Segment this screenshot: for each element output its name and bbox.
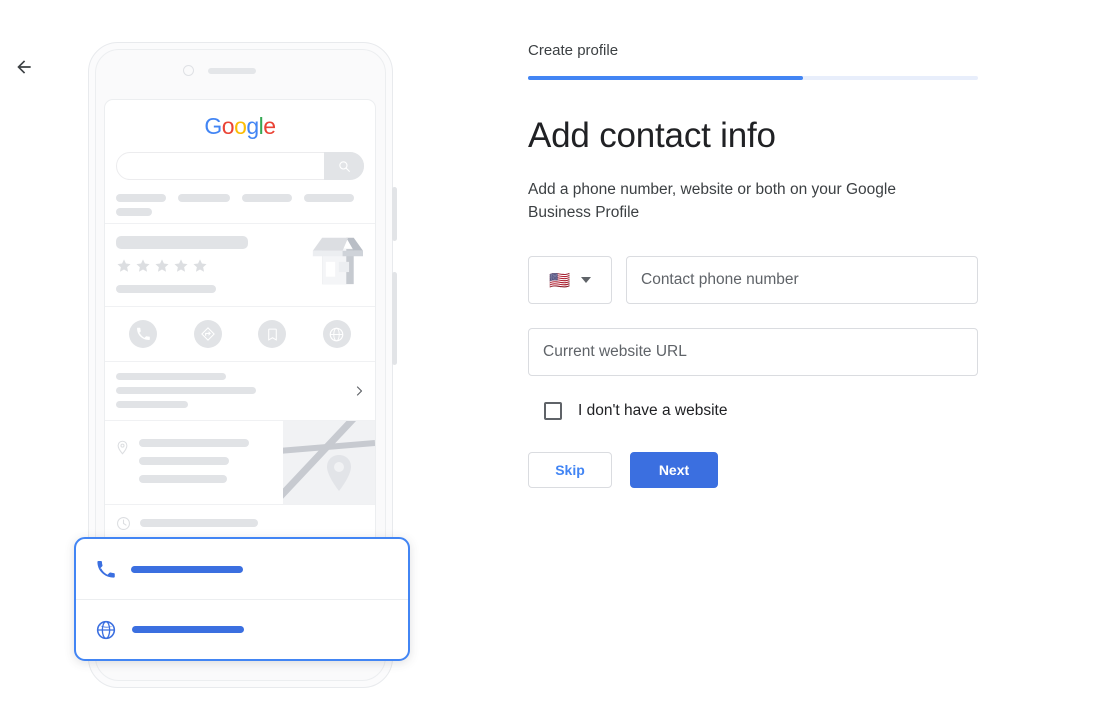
mock-business-card — [105, 223, 375, 306]
call-icon — [97, 560, 115, 578]
chevron-down-icon — [580, 277, 591, 283]
website-url-input[interactable] — [528, 328, 978, 376]
placeholder-bar — [242, 194, 292, 202]
save-icon — [258, 320, 287, 348]
no-website-label: I don't have a website — [578, 402, 728, 419]
contact-phone-input[interactable] — [626, 256, 978, 304]
wizard-step-label: Create profile — [528, 42, 619, 59]
location-pin-icon — [117, 440, 128, 455]
clock-icon — [117, 517, 130, 530]
mock-action-row — [105, 306, 375, 361]
mock-map-thumbnail — [283, 421, 375, 504]
star-icon — [193, 259, 207, 272]
placeholder-bar — [116, 285, 216, 293]
phone-power-button — [392, 272, 397, 365]
logo-letter: g — [246, 113, 259, 139]
star-icon — [136, 259, 150, 272]
placeholder-bar — [178, 194, 230, 202]
search-icon — [338, 160, 350, 172]
chevron-right-icon — [356, 386, 363, 396]
page-title: Add contact info — [528, 116, 776, 155]
directions-icon — [193, 320, 222, 348]
skip-button[interactable]: Skip — [528, 452, 612, 488]
phone-speaker — [208, 68, 256, 74]
google-logo: Google — [105, 113, 375, 140]
no-website-row[interactable]: I don't have a website — [528, 402, 978, 420]
progress-fill — [528, 76, 803, 80]
progress-track — [528, 76, 978, 80]
mock-chip-row — [116, 194, 364, 202]
placeholder-bar — [116, 373, 226, 380]
website-icon — [322, 320, 351, 348]
mock-search-button — [324, 152, 364, 180]
call-icon — [129, 320, 158, 348]
logo-letter: o — [234, 113, 247, 139]
logo-letter: e — [263, 113, 276, 139]
highlight-row-phone — [76, 539, 408, 599]
storefront-icon — [312, 237, 363, 285]
flag-icon: 🇺🇸 — [549, 270, 571, 290]
mock-search-bar — [116, 152, 364, 180]
placeholder-bar — [139, 439, 249, 447]
no-website-checkbox[interactable] — [544, 402, 562, 420]
highlight-phone-bar — [131, 565, 243, 573]
contact-highlight-card — [74, 537, 410, 661]
form-actions: Skip Next — [528, 452, 978, 488]
logo-letter: G — [204, 113, 222, 139]
placeholder-bar — [304, 194, 354, 202]
phone-field-row: 🇺🇸 — [528, 256, 978, 304]
mock-location-section — [105, 420, 375, 504]
highlight-website-bar — [132, 626, 244, 633]
star-icon — [155, 259, 169, 272]
placeholder-bar — [139, 475, 227, 483]
placeholder-bar — [139, 457, 229, 465]
placeholder-bar — [116, 208, 152, 216]
website-icon — [96, 620, 116, 639]
star-icon — [174, 259, 188, 272]
back-button[interactable] — [10, 53, 38, 81]
phone-volume-button — [392, 187, 397, 241]
phone-camera-icon — [183, 65, 194, 76]
placeholder-bar — [116, 194, 166, 202]
mock-info-section — [105, 361, 375, 420]
placeholder-bar — [116, 387, 256, 394]
page-subtitle: Add a phone number, website or both on y… — [528, 181, 896, 221]
mock-chip-row-2 — [116, 208, 364, 216]
arrow-left-icon — [17, 60, 31, 74]
star-icon — [117, 259, 131, 272]
country-code-select[interactable]: 🇺🇸 — [528, 256, 612, 304]
create-profile-panel: Create profile Add contact info Add a ph… — [528, 42, 978, 488]
map-pin-icon — [327, 455, 351, 491]
placeholder-bar — [116, 401, 188, 408]
placeholder-bar — [140, 519, 258, 527]
placeholder-bar — [116, 236, 248, 249]
logo-letter: o — [221, 113, 235, 139]
highlight-row-website — [76, 599, 408, 659]
next-button[interactable]: Next — [630, 452, 718, 488]
page-root: Google Create profile Add contact info A… — [0, 0, 1118, 714]
map-graphic — [283, 421, 375, 499]
